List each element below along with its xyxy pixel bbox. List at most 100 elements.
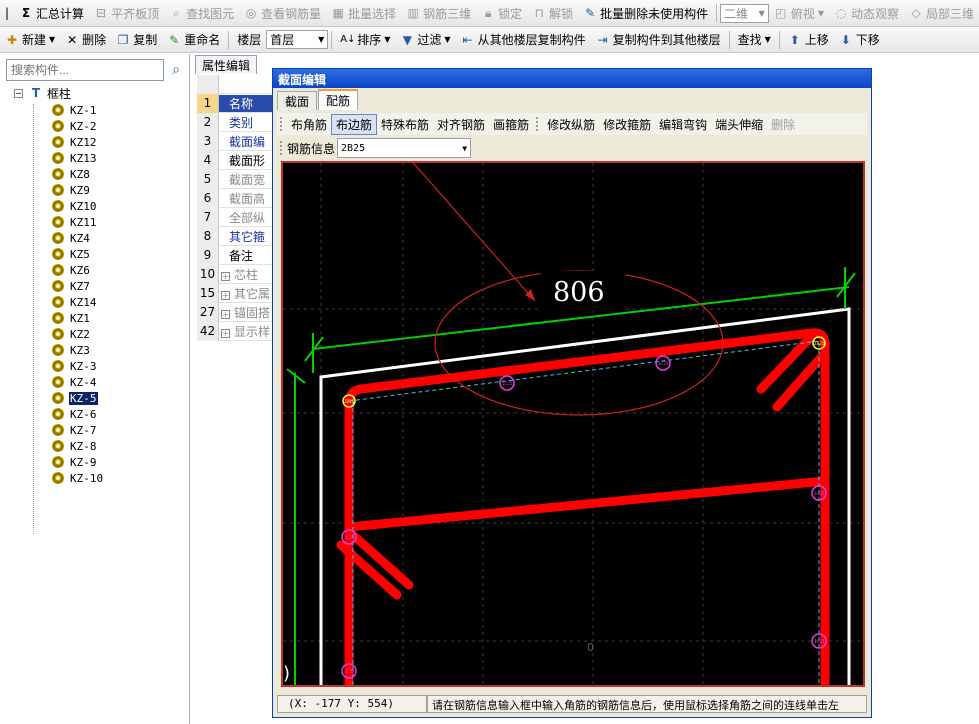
- copy-to-floor-button[interactable]: ⇥ 复制构件到其他楼层: [591, 29, 726, 51]
- move-down-button[interactable]: ⬇ 下移: [834, 29, 885, 51]
- tree-item[interactable]: KZ4: [52, 230, 104, 246]
- column-component-icon: [52, 376, 64, 388]
- new-icon: ✚: [6, 32, 18, 47]
- column-component-icon: [52, 360, 64, 372]
- tree-item[interactable]: KZ9: [52, 182, 104, 198]
- lock-button[interactable]: 🔒︎ 锁定: [476, 2, 527, 24]
- rebar-point-labels: 2B25 2B25: [344, 341, 825, 404]
- find-element-button[interactable]: ⌕ 查找图元: [164, 2, 239, 24]
- component-tree-panel: ⌕ − T 框柱 KZ-1KZ-2KZ12KZ13KZ8KZ9KZ10KZ11K…: [0, 54, 190, 724]
- new-button[interactable]: ✚ 新建 ▼: [0, 29, 60, 51]
- property-row[interactable]: 6 截面高: [197, 188, 281, 208]
- side-rebar-button[interactable]: 布边筋: [331, 113, 378, 135]
- component-tree: − T 框柱 KZ-1 KZ-2 KZ12 KZ13 KZ8 KZ9 KZ10 KZ11 KZ4…: [14, 84, 104, 486]
- tree-item[interactable]: KZ-7: [52, 422, 104, 438]
- top-view-button[interactable]: ◰ 俯视 ▼: [769, 2, 829, 24]
- expand-icon[interactable]: +: [221, 271, 230, 281]
- copy-from-floor-button[interactable]: ⇤ 从其他楼层复制构件: [456, 29, 591, 51]
- search-icon[interactable]: ⌕: [166, 59, 186, 81]
- view-mode-select[interactable]: 二维 ▼: [719, 3, 769, 23]
- tree-item[interactable]: KZ12: [52, 134, 104, 150]
- floor-select[interactable]: 首层 ▼: [266, 30, 329, 49]
- tree-item[interactable]: KZ-8: [52, 438, 104, 454]
- tree-item[interactable]: KZ3: [52, 342, 104, 358]
- unlock-button[interactable]: ⊓ 解锁: [527, 2, 578, 24]
- rename-button[interactable]: ✎ 重命名: [162, 29, 225, 51]
- edit-hook-button[interactable]: 编辑弯钩: [655, 115, 711, 134]
- tree-item[interactable]: KZ13: [52, 150, 104, 166]
- tab-section[interactable]: 截面: [277, 91, 318, 110]
- chevron-down-icon: ▼: [817, 8, 824, 18]
- batch-delete-unused-button[interactable]: ✎ 批量删除未使用构件: [578, 2, 713, 24]
- property-row[interactable]: 10 + 芯柱: [197, 264, 281, 284]
- tree-item[interactable]: KZ-4: [52, 374, 104, 390]
- move-up-button[interactable]: ⬆ 上移: [783, 29, 834, 51]
- batch-select-button[interactable]: ▦ 批量选择: [326, 2, 401, 24]
- property-row[interactable]: 5 截面宽: [197, 169, 281, 189]
- tree-item[interactable]: KZ-2: [52, 118, 104, 134]
- property-row[interactable]: 27 + 锚固搭: [197, 302, 281, 322]
- tree-item[interactable]: KZ7: [52, 278, 104, 294]
- tree-item[interactable]: KZ8: [52, 166, 104, 182]
- view-rebar-amount-button[interactable]: ◎ 查看钢筋量: [239, 2, 326, 24]
- property-row[interactable]: 8 其它箍: [197, 226, 281, 246]
- local-3d-button[interactable]: ◇ 局部三维: [904, 2, 979, 24]
- special-rebar-button[interactable]: 特殊布筋: [377, 115, 433, 134]
- remove-button[interactable]: 删除: [767, 115, 799, 134]
- property-row[interactable]: 1 名称: [197, 93, 281, 113]
- property-row[interactable]: 7 全部纵: [197, 207, 281, 227]
- filter-button[interactable]: ▼ 过滤 ▼: [395, 29, 455, 51]
- delete-button[interactable]: ✕ 删除: [60, 29, 111, 51]
- section-drawing-canvas[interactable]: 2B25 2B25 1C25 1C25 1C25 1C25 1C25 1C25 …: [281, 161, 865, 687]
- tree-item[interactable]: KZ-3: [52, 358, 104, 374]
- orbit-button[interactable]: ◌ 动态观察: [829, 2, 904, 24]
- sum-calc-button[interactable]: Σ 汇总计算: [14, 2, 89, 24]
- corner-rebar-button[interactable]: 布角筋: [287, 115, 331, 134]
- property-row[interactable]: 42 + 显示样: [197, 321, 281, 341]
- edit-longitudinal-button[interactable]: 修改纵筋: [543, 115, 599, 134]
- expand-icon[interactable]: +: [221, 290, 230, 300]
- tree-root-node[interactable]: − T 框柱: [14, 84, 104, 102]
- property-row-number: 6: [197, 188, 219, 208]
- collapse-icon[interactable]: −: [14, 88, 23, 98]
- property-row[interactable]: 15 + 其它属: [197, 283, 281, 303]
- column-component-icon: [52, 248, 64, 260]
- tree-item[interactable]: KZ14: [52, 294, 104, 310]
- edit-stirrup-button[interactable]: 修改箍筋: [599, 115, 655, 134]
- cursor-mark: ): [283, 663, 290, 684]
- tab-reinforcement[interactable]: 配筋: [318, 89, 359, 110]
- align-rebar-button[interactable]: 对齐钢筋: [433, 115, 489, 134]
- align-slab-button[interactable]: ⊟ 平齐板顶: [89, 2, 164, 24]
- expand-icon[interactable]: +: [221, 328, 230, 338]
- property-row[interactable]: 3 截面编: [197, 131, 281, 151]
- column-component-icon: [52, 392, 64, 404]
- tree-item[interactable]: KZ11: [52, 214, 104, 230]
- dialog-title[interactable]: 截面编辑: [273, 69, 871, 88]
- tree-item[interactable]: KZ10: [52, 198, 104, 214]
- property-row-text: 其它属: [234, 286, 271, 301]
- rebar-info-input[interactable]: 2B25 ▼: [337, 138, 472, 158]
- sort-button[interactable]: A↓ 排序 ▼: [335, 29, 395, 51]
- tree-item[interactable]: KZ-5: [52, 390, 104, 406]
- draw-stirrup-button[interactable]: 画箍筋: [489, 115, 533, 134]
- tree-item[interactable]: KZ5: [52, 246, 104, 262]
- search-input[interactable]: [6, 59, 164, 81]
- property-row[interactable]: 9 备注: [197, 245, 281, 265]
- property-row[interactable]: 2 类别: [197, 112, 281, 132]
- tree-item[interactable]: KZ-6: [52, 406, 104, 422]
- tree-item[interactable]: KZ6: [52, 262, 104, 278]
- property-edit-tab[interactable]: 属性编辑: [195, 55, 258, 74]
- end-extension-button[interactable]: 端头伸缩: [711, 115, 767, 134]
- tree-item[interactable]: KZ-10: [52, 470, 104, 486]
- find-button[interactable]: 查找 ▼: [733, 29, 776, 51]
- copy-button[interactable]: ❐ 复制: [111, 29, 162, 51]
- rebar-3d-button[interactable]: ▥ 钢筋三维: [401, 2, 476, 24]
- expand-icon[interactable]: +: [221, 309, 230, 319]
- property-row[interactable]: 4 截面形: [197, 150, 281, 170]
- tree-item[interactable]: KZ2: [52, 326, 104, 342]
- tree-item[interactable]: KZ-9: [52, 454, 104, 470]
- tree-item[interactable]: KZ1: [52, 310, 104, 326]
- tree-item-label: KZ-4: [70, 375, 97, 389]
- tree-item[interactable]: KZ-1: [52, 102, 104, 118]
- arrow-up-icon: ⬆: [789, 32, 800, 47]
